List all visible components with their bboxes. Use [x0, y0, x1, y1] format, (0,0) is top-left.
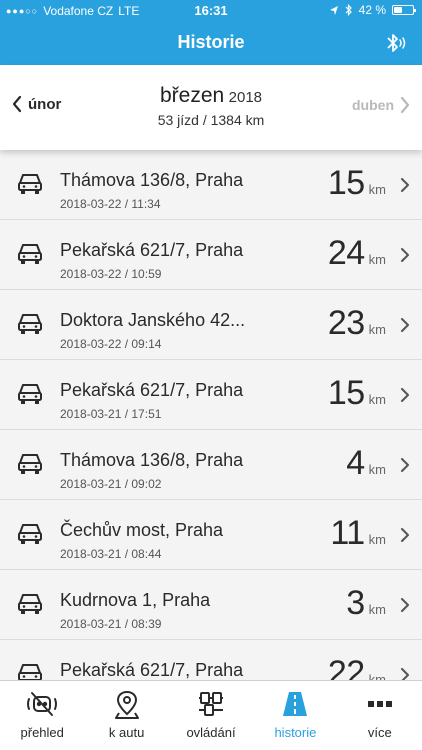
tab-label: k autu: [108, 725, 145, 740]
trip-row[interactable]: Čechův most, Praha 2018-03-21 / 08:44 11 km: [0, 500, 422, 570]
trip-address: Thámova 136/8, Praha: [60, 450, 244, 470]
trip-datetime: 2018-03-21 / 08:39: [60, 617, 162, 631]
distance-value: 22: [327, 654, 365, 680]
distance-unit: km: [368, 602, 386, 617]
bluetooth-status-icon: [345, 4, 352, 16]
month-year: 2018: [228, 89, 263, 106]
trip-distance: 22 km: [328, 654, 386, 680]
car-icon: [17, 522, 43, 546]
chevron-right-icon: [400, 528, 410, 542]
trip-address: Thámova 136/8, Praha: [60, 170, 244, 190]
location-icon: [329, 5, 338, 15]
battery-label: 42 %: [358, 3, 386, 17]
trip-row[interactable]: Pekařská 621/7, Praha 2018-03-21 / 17:51 1…: [0, 360, 422, 430]
trip-datetime: 2018-03-21 / 17:51: [60, 407, 162, 421]
trip-row[interactable]: Thámova 136/8, Praha 2018-03-22 / 11:34 15…: [0, 150, 422, 220]
car-icon: [17, 312, 43, 336]
chevron-right-icon: [400, 178, 410, 192]
month-navigation: únor březen 2018 53 jízd / 1384 km duben: [0, 65, 422, 150]
bluetooth-button[interactable]: [382, 30, 408, 56]
trip-distance: 23 km: [328, 304, 386, 343]
tab-label: přehled: [20, 725, 64, 740]
tab-label: více: [367, 725, 392, 740]
trip-datetime: 2018-03-21 / 09:02: [60, 477, 162, 491]
tab-label: ovládání: [186, 725, 236, 740]
distance-unit: km: [368, 672, 386, 680]
battery-fill: [394, 7, 402, 13]
distance-value: 24: [327, 234, 365, 272]
car-icon: [17, 382, 43, 406]
trip-address: Doktora Janského 42...: [60, 310, 246, 330]
distance-value: 15: [327, 374, 365, 412]
more-icon: [367, 701, 392, 707]
trip-address: Pekařská 621/7, Praha: [60, 380, 244, 400]
status-right: 42 %: [329, 3, 416, 17]
status-bar: ●●●○○ Vodafone CZ LTE 16:31 42 %: [0, 0, 422, 22]
tab-ovladani[interactable]: ovládání: [169, 681, 253, 750]
chevron-right-icon: [400, 668, 410, 680]
car-icon: [17, 242, 43, 266]
road-icon: [283, 692, 308, 716]
distance-value: 4: [346, 444, 365, 482]
distance-value: 15: [327, 164, 365, 202]
distance-unit: km: [368, 322, 386, 337]
trip-distance: 15 km: [328, 164, 386, 203]
tab-prehled[interactable]: přehled: [0, 681, 84, 750]
overview-icon: [27, 692, 58, 716]
chevron-right-icon: [400, 388, 410, 402]
bluetooth-icon: [387, 34, 406, 52]
distance-unit: km: [368, 462, 386, 477]
tab-bar: přehled k autu ovládání historie více: [0, 680, 422, 750]
distance-value: 23: [327, 304, 365, 342]
trip-row[interactable]: Pekařská 621/7, Praha 22 km: [0, 640, 422, 680]
chevron-right-icon: [400, 96, 410, 114]
trip-distance: 4 km: [346, 444, 386, 483]
distance-unit: km: [368, 532, 386, 547]
tab-k-autu[interactable]: k autu: [84, 681, 168, 750]
trip-distance: 15 km: [328, 374, 386, 413]
month-name: březen: [159, 84, 225, 107]
trip-address: Čechův most, Praha: [60, 520, 224, 540]
trip-row[interactable]: Pekařská 621/7, Praha 2018-03-22 / 10:59 2…: [0, 220, 422, 290]
trip-row[interactable]: Thámova 136/8, Praha 2018-03-21 / 09:02 4 k…: [0, 430, 422, 500]
trip-distance: 3 km: [346, 584, 386, 623]
distance-unit: km: [368, 392, 386, 407]
next-month-button[interactable]: duben: [352, 96, 410, 114]
next-month-label: duben: [352, 97, 394, 113]
trip-address: Pekařská 621/7, Praha: [60, 660, 244, 680]
trip-datetime: 2018-03-22 / 10:59: [60, 267, 162, 281]
trip-distance: 11 km: [330, 514, 386, 553]
tab-label: historie: [274, 725, 317, 740]
controls-icon: [199, 692, 224, 716]
trip-address: Pekařská 621/7, Praha: [60, 240, 244, 260]
distance-value: 3: [346, 584, 365, 622]
car-icon: [17, 172, 43, 196]
chevron-right-icon: [400, 248, 410, 262]
distance-unit: km: [368, 182, 386, 197]
car-icon: [17, 452, 43, 476]
page-title: Historie: [177, 32, 245, 52]
distance-unit: km: [368, 252, 386, 267]
trip-address: Kudrnova 1, Praha: [60, 590, 211, 610]
trip-distance: 24 km: [328, 234, 386, 273]
distance-value: 11: [330, 514, 365, 552]
chevron-right-icon: [400, 598, 410, 612]
trip-row[interactable]: Kudrnova 1, Praha 2018-03-21 / 08:39 3 km: [0, 570, 422, 640]
chevron-right-icon: [400, 318, 410, 332]
trip-datetime: 2018-03-22 / 11:34: [60, 197, 161, 211]
map-pin-icon: [114, 690, 139, 719]
tab-historie[interactable]: historie: [253, 681, 337, 750]
month-summary: 53 jízd / 1384 km: [157, 112, 265, 128]
tab-vice[interactable]: více: [338, 681, 422, 750]
trip-row[interactable]: Doktora Janského 42... 2018-03-22 / 09:14…: [0, 290, 422, 360]
chevron-right-icon: [400, 458, 410, 472]
app-header: ●●●○○ Vodafone CZ LTE 16:31 42 % Histori…: [0, 0, 422, 65]
battery-icon: [392, 5, 416, 15]
car-icon: [17, 592, 43, 616]
car-icon: [17, 662, 43, 680]
trip-datetime: 2018-03-21 / 08:44: [60, 547, 162, 561]
trip-list[interactable]: Thámova 136/8, Praha 2018-03-22 / 11:34 15…: [0, 150, 422, 680]
trip-datetime: 2018-03-22 / 09:14: [60, 337, 162, 351]
